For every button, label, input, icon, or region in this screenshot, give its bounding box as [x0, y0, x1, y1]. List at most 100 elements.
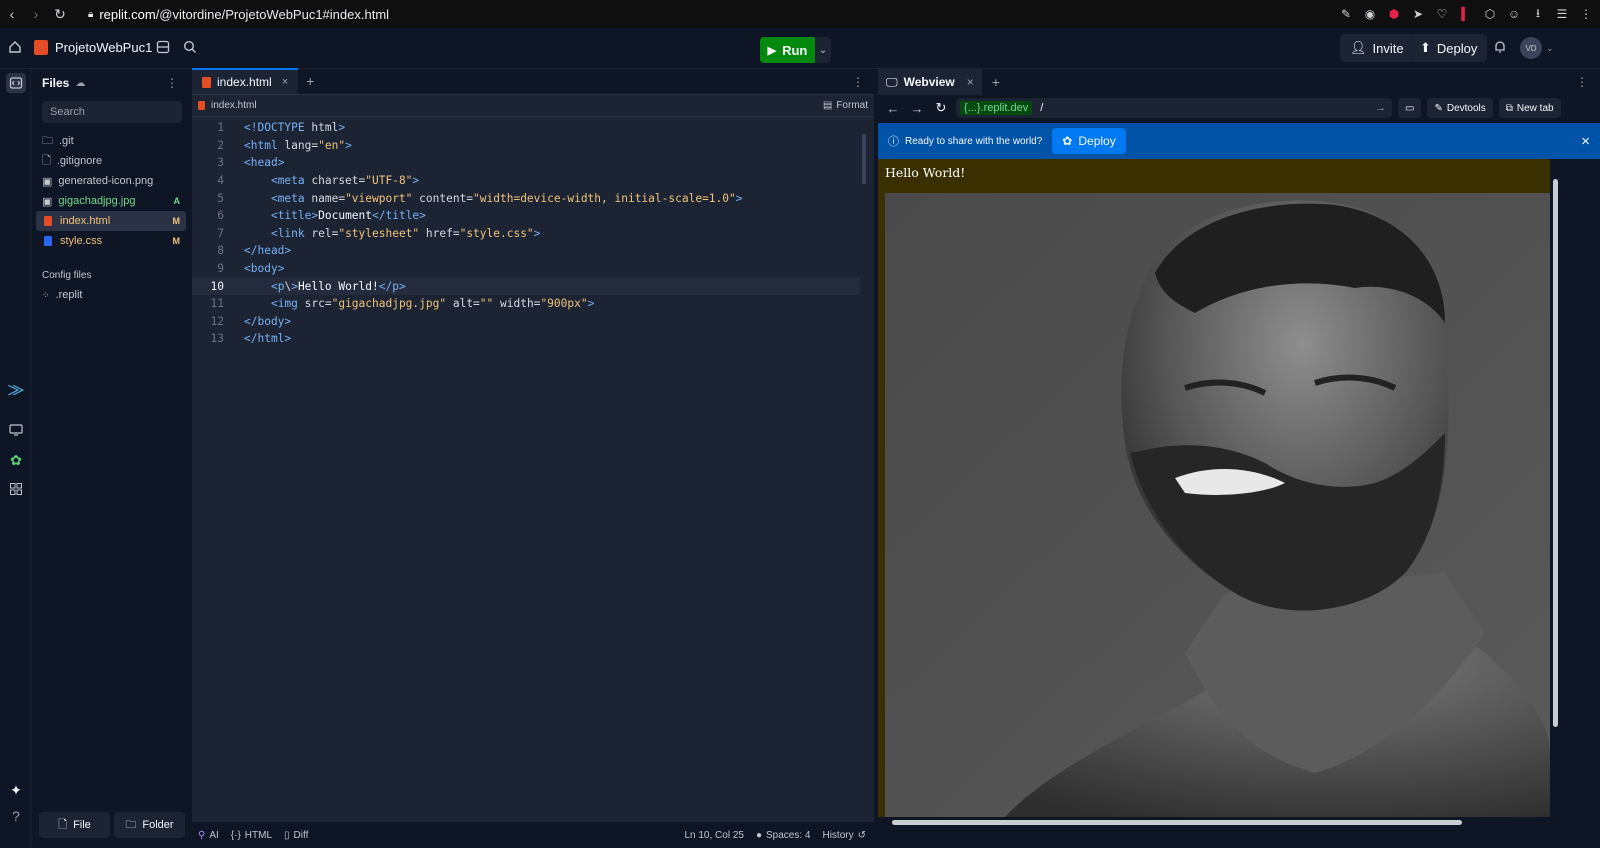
- reload-icon[interactable]: ↻: [48, 0, 72, 28]
- indent-status[interactable]: ● Spaces: 4: [756, 830, 811, 841]
- go-arrow-icon[interactable]: →: [1375, 102, 1386, 114]
- devtools-button[interactable]: ✎ Devtools: [1427, 98, 1493, 118]
- heart-icon[interactable]: ♡: [1434, 6, 1450, 22]
- edit-icon[interactable]: ✎: [1338, 6, 1354, 22]
- format-icon: ▤: [822, 100, 833, 111]
- more-vertical-icon[interactable]: ⋮: [166, 76, 178, 90]
- run-button[interactable]: ▶ Run: [760, 37, 815, 63]
- agent-icon[interactable]: ⨠: [6, 379, 26, 399]
- sparkle-icon[interactable]: ✦: [6, 780, 26, 800]
- line-number: 10: [210, 279, 224, 293]
- new-file-button[interactable]: 🗋︎ File: [39, 812, 110, 838]
- profile-icon[interactable]: ☺: [1506, 6, 1522, 22]
- code-area[interactable]: 1 <!DOCTYPE html> 2 <html lang="en"> 3 <head>…: [192, 119, 860, 348]
- file-name: .git: [59, 135, 74, 147]
- cursor-position[interactable]: Ln 10, Col 25: [684, 830, 744, 841]
- code-line[interactable]: 6 <title>Document</title>: [192, 207, 860, 225]
- ai-status[interactable]: ⚲ AI: [198, 830, 219, 841]
- cube-icon[interactable]: ⬡: [1482, 6, 1498, 22]
- line-number: 1: [217, 121, 224, 135]
- more-vertical-icon[interactable]: ⋮: [852, 75, 864, 89]
- code-line[interactable]: 11 <img src="gigachadjpg.jpg" alt="" wid…: [192, 295, 860, 313]
- file-item[interactable]: index.html M: [36, 211, 186, 231]
- forward-icon[interactable]: ›: [24, 0, 48, 28]
- git-status-badge: M: [172, 236, 181, 246]
- line-text: <title>Document</title>: [270, 209, 426, 223]
- line-number: 11: [210, 297, 224, 311]
- editor-scrollbar[interactable]: [862, 134, 866, 184]
- webview-horizontal-scrollbar[interactable]: [878, 817, 1560, 827]
- history-panel-icon[interactable]: [156, 40, 170, 54]
- code-line[interactable]: 12 </body>: [192, 313, 860, 331]
- invite-button[interactable]: 👤︎ Invite: [1340, 34, 1414, 62]
- file-item[interactable]: ▣ generated-icon.png: [36, 171, 186, 191]
- add-tab-icon[interactable]: +: [982, 74, 1000, 90]
- tab-webview[interactable]: 🖵︎ Webview ×: [878, 69, 982, 95]
- scroll-thumb[interactable]: [1553, 179, 1558, 727]
- code-line[interactable]: 2 <html lang="en">: [192, 137, 860, 155]
- download-icon[interactable]: ⭳: [1530, 6, 1546, 22]
- project-selector[interactable]: ProjetoWebPuc1: [34, 40, 152, 55]
- code-line[interactable]: 10 <p\>Hello World!</p>: [192, 277, 860, 295]
- more-vertical-icon[interactable]: ⋮: [1578, 6, 1594, 22]
- files-search-input[interactable]: Search: [42, 101, 182, 123]
- run-options-dropdown[interactable]: ⌄: [815, 37, 831, 63]
- line-number: 4: [217, 174, 224, 188]
- help-icon[interactable]: ?: [6, 806, 26, 826]
- new-tab-button[interactable]: ⧉ New tab: [1498, 98, 1561, 118]
- bell-icon[interactable]: [1493, 40, 1507, 54]
- toggle-device-button[interactable]: ▭: [1398, 98, 1422, 118]
- code-line[interactable]: 3 <head>: [192, 154, 860, 172]
- deployments-tool-icon[interactable]: ✿: [6, 450, 26, 470]
- file-item[interactable]: 🗋︎ .gitignore: [36, 151, 186, 171]
- history-button[interactable]: History ↺: [822, 830, 866, 841]
- language-status[interactable]: {·} HTML: [231, 830, 272, 841]
- banner-deploy-button[interactable]: ✿ Deploy: [1052, 128, 1126, 154]
- line-text: <meta name="viewport" content="width=dev…: [270, 191, 743, 205]
- files-tool-icon[interactable]: [6, 73, 26, 93]
- browser-address-bar[interactable]: 🔒︎ replit.com/@vitordine/ProjetoWebPuc1#…: [88, 7, 389, 22]
- add-tab-icon[interactable]: +: [298, 68, 314, 94]
- code-line[interactable]: 4 <meta charset="UTF-8">: [192, 172, 860, 190]
- back-icon[interactable]: ‹: [0, 0, 24, 28]
- webview-tool-icon[interactable]: [6, 420, 26, 440]
- file-item[interactable]: 🗀︎ .git: [36, 131, 186, 151]
- search-icon[interactable]: [183, 40, 197, 54]
- home-icon[interactable]: [8, 40, 22, 54]
- line-number: 5: [217, 191, 224, 205]
- more-vertical-icon[interactable]: ⋮: [1576, 75, 1588, 89]
- code-line[interactable]: 5 <meta name="viewport" content="width=d…: [192, 189, 860, 207]
- code-line[interactable]: 7 <link rel="stylesheet" href="style.css…: [192, 225, 860, 243]
- close-icon[interactable]: ×: [967, 75, 974, 89]
- image-icon: ▣: [42, 175, 53, 188]
- file-item[interactable]: ▣ gigachadjpg.jpg A: [36, 191, 186, 211]
- deploy-button[interactable]: ⬆︎ Deploy: [1410, 34, 1488, 62]
- reload-icon[interactable]: ↻: [932, 100, 950, 116]
- file-item[interactable]: style.css M: [36, 231, 186, 251]
- editor-tab-bar: index.html × + ⋮: [192, 68, 874, 95]
- send-icon[interactable]: ➤: [1410, 6, 1426, 22]
- file-item-replit[interactable]: ⁘ .replit: [36, 285, 186, 305]
- format-button[interactable]: ▤ Format: [823, 100, 868, 111]
- code-line[interactable]: 8 </head>: [192, 242, 860, 260]
- webview-vertical-scrollbar[interactable]: [1550, 159, 1560, 817]
- webview-address-input[interactable]: {...}.replit.dev / →: [956, 98, 1392, 118]
- camera-icon[interactable]: ◉: [1362, 6, 1378, 22]
- user-avatar[interactable]: VD ⌄: [1520, 37, 1554, 59]
- back-arrow-icon[interactable]: ←: [884, 101, 902, 116]
- all-tools-icon[interactable]: [6, 479, 26, 499]
- breadcrumb-file[interactable]: index.html: [211, 100, 257, 111]
- new-folder-button[interactable]: 🗀︎ Folder: [114, 812, 185, 838]
- menu-icon[interactable]: ☰: [1554, 6, 1570, 22]
- code-line[interactable]: 9 <body>: [192, 260, 860, 278]
- diff-status[interactable]: ▯ Diff: [284, 830, 308, 841]
- avatar-initials: VD: [1520, 37, 1542, 59]
- tab-index-html[interactable]: index.html ×: [192, 68, 299, 94]
- forward-arrow-icon[interactable]: →: [908, 101, 926, 116]
- shield-icon[interactable]: ⬢: [1386, 6, 1402, 22]
- code-line[interactable]: 1 <!DOCTYPE html>: [192, 119, 860, 137]
- close-icon[interactable]: ×: [282, 76, 288, 88]
- code-line[interactable]: 13 </html>: [192, 330, 860, 348]
- scroll-thumb[interactable]: [892, 820, 1462, 825]
- close-icon[interactable]: ×: [1581, 133, 1590, 150]
